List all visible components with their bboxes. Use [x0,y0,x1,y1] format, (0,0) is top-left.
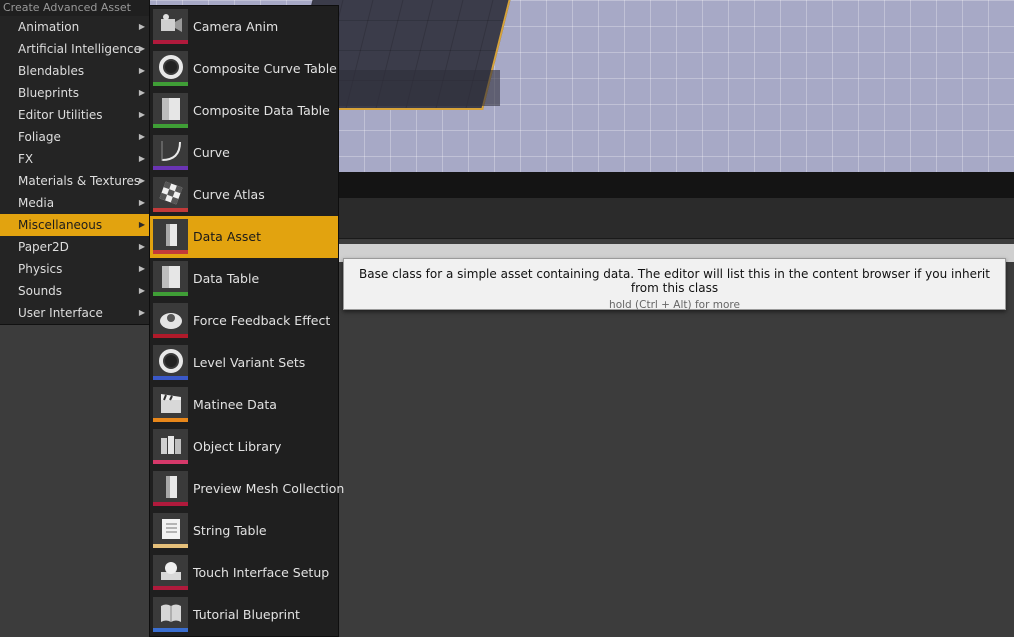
preview-mesh-collection-icon [153,471,188,506]
miscellaneous-submenu: Camera Anim Composite Curve Table Composit… [149,5,344,637]
submenu-item-data-table[interactable]: Data Table [150,258,338,300]
submenu-item-camera-anim[interactable]: Camera Anim [150,6,338,48]
chevron-right-icon: ▶ [138,176,145,185]
category-label: Paper2D [18,240,69,254]
category-list: Animation ▶ Artificial Intelligence ▶ Blenda… [0,16,149,324]
submenu-item-label: Force Feedback Effect [193,313,331,328]
submenu-item-label: Composite Curve Table [193,61,337,76]
category-label: Media [18,196,55,210]
object-library-icon [153,429,188,464]
submenu-item-tutorial-blueprint[interactable]: Tutorial Blueprint [150,594,338,636]
category-label: Artificial Intelligence [18,42,141,56]
submenu-item-label: Level Variant Sets [193,355,306,370]
submenu-item-label: Curve Atlas [193,187,265,202]
category-item-media[interactable]: Media ▶ [0,192,149,214]
submenu-item-label: Preview Mesh Collection [193,481,345,496]
category-label: Foliage [18,130,61,144]
tooltip-description: Base class for a simple asset containing… [359,267,990,295]
submenu-item-touch-interface-setup[interactable]: Touch Interface Setup [150,552,338,594]
submenu-item-level-variant-sets[interactable]: Level Variant Sets [150,342,338,384]
curve-icon [153,135,188,170]
level-variant-sets-icon [153,345,188,380]
chevron-right-icon: ▶ [138,198,145,207]
submenu-item-string-table[interactable]: String Table [150,510,338,552]
force-feedback-icon [153,303,188,338]
tooltip-hint: hold (Ctrl + Alt) for more [609,299,740,311]
curve-atlas-icon [153,177,188,212]
chevron-right-icon: ▶ [138,154,145,163]
category-item-paper2d[interactable]: Paper2D ▶ [0,236,149,258]
data-asset-icon [153,219,188,254]
category-label: Blendables [18,64,85,78]
submenu-item-data-asset[interactable]: Data Asset [150,216,338,258]
chevron-right-icon: ▶ [138,44,145,53]
composite-data-table-icon [153,93,188,128]
submenu-item-label: Touch Interface Setup [193,565,330,580]
chevron-right-icon: ▶ [138,220,145,229]
category-item-editor-utilities[interactable]: Editor Utilities ▶ [0,104,149,126]
submenu-item-matinee-data[interactable]: Matinee Data [150,384,338,426]
chevron-right-icon: ▶ [138,66,145,75]
submenu-item-label: Data Table [193,271,260,286]
chevron-right-icon: ▶ [138,88,145,97]
viewport-cube-shadow [330,70,500,106]
category-label: Blueprints [18,86,80,100]
category-item-physics[interactable]: Physics ▶ [0,258,149,280]
submenu-item-force-feedback-effect[interactable]: Force Feedback Effect [150,300,338,342]
create-advanced-asset-menu: Create Advanced Asset Animation ▶ Artifici… [0,0,150,325]
category-item-materials-and-textures[interactable]: Materials & Textures ▶ [0,170,149,192]
chevron-right-icon: ▶ [138,22,145,31]
menu-header: Create Advanced Asset [0,0,149,16]
category-item-animation[interactable]: Animation ▶ [0,16,149,38]
submenu-item-curve[interactable]: Curve [150,132,338,174]
matinee-data-icon [153,387,188,422]
category-item-user-interface[interactable]: User Interface ▶ [0,302,149,324]
chevron-right-icon: ▶ [138,242,145,251]
chevron-right-icon: ▶ [138,308,145,317]
camera-anim-icon [153,9,188,44]
submenu-item-preview-mesh-collection[interactable]: Preview Mesh Collection [150,468,344,510]
submenu-item-label: Curve [193,145,230,160]
composite-curve-table-icon [153,51,188,86]
category-item-sounds[interactable]: Sounds ▶ [0,280,149,302]
string-table-icon [153,513,188,548]
submenu-item-label: Composite Data Table [193,103,330,118]
submenu-item-label: String Table [193,523,267,538]
category-label: User Interface [18,306,103,320]
submenu-item-label: Matinee Data [193,397,277,412]
category-item-foliage[interactable]: Foliage ▶ [0,126,149,148]
category-item-blendables[interactable]: Blendables ▶ [0,60,149,82]
category-item-artificial-intelligence[interactable]: Artificial Intelligence ▶ [0,38,149,60]
submenu-item-label: Data Asset [193,229,261,244]
category-item-miscellaneous[interactable]: Miscellaneous ▶ [0,214,149,236]
chevron-right-icon: ▶ [138,286,145,295]
submenu-item-label: Object Library [193,439,282,454]
category-label: Sounds [18,284,63,298]
category-label: FX [18,152,34,166]
asset-tooltip: Base class for a simple asset containing… [343,258,1006,311]
submenu-item-object-library[interactable]: Object Library [150,426,338,468]
submenu-item-label: Camera Anim [193,19,279,34]
data-table-icon [153,261,188,296]
category-item-fx[interactable]: FX ▶ [0,148,149,170]
chevron-right-icon: ▶ [138,110,145,119]
submenu-item-curve-atlas[interactable]: Curve Atlas [150,174,338,216]
submenu-item-composite-curve-table[interactable]: Composite Curve Table [150,48,338,90]
tutorial-blueprint-icon [153,597,188,632]
category-label: Materials & Textures [18,174,141,188]
category-label: Physics [18,262,63,276]
touch-interface-setup-icon [153,555,188,590]
submenu-item-composite-data-table[interactable]: Composite Data Table [150,90,338,132]
category-label: Editor Utilities [18,108,103,122]
category-label: Animation [18,20,80,34]
chevron-right-icon: ▶ [138,264,145,273]
chevron-right-icon: ▶ [138,132,145,141]
category-item-blueprints[interactable]: Blueprints ▶ [0,82,149,104]
submenu-item-label: Tutorial Blueprint [193,607,300,622]
category-label: Miscellaneous [18,218,103,232]
